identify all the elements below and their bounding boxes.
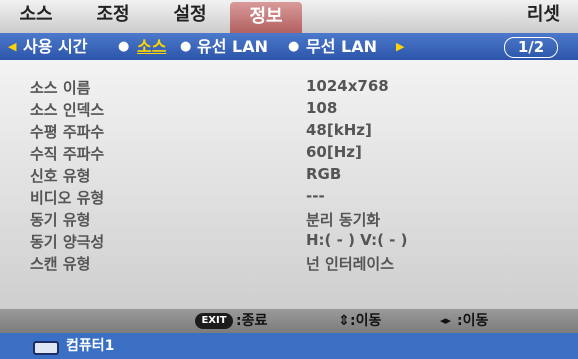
info-value: 48[kHz] bbox=[306, 121, 372, 139]
move-vertical-label: :이동 bbox=[350, 313, 382, 329]
leftright-arrow-icon: ◂▸ bbox=[440, 314, 452, 327]
submenu-bar: ◀ 사용 시간 ● 소스 ● 유선 LAN ● 무선 LAN ▶ 1/2 bbox=[0, 33, 578, 60]
info-label: 수직 주파수 bbox=[30, 145, 105, 163]
info-row-sync-type: 동기 유형 분리 동기화 bbox=[0, 209, 578, 229]
tab-source[interactable]: 소스 bbox=[6, 0, 66, 30]
tab-adjust[interactable]: 조정 bbox=[78, 0, 148, 30]
updown-arrow-icon: ⇕ bbox=[338, 313, 350, 329]
help-footer: EXIT :종료 ⇕ :이동 ◂▸ :이동 bbox=[0, 309, 578, 333]
info-value: H:( - ) V:( - ) bbox=[306, 231, 408, 249]
info-row-scan-type: 스캔 유형 넌 인터레이스 bbox=[0, 253, 578, 273]
info-row-source-name: 소스 이름 1024x768 bbox=[0, 77, 578, 97]
info-label: 비디오 유형 bbox=[30, 189, 105, 207]
info-value: 60[Hz] bbox=[306, 143, 362, 161]
tab-setup[interactable]: 설정 bbox=[160, 0, 220, 30]
info-label: 스캔 유형 bbox=[30, 255, 91, 273]
subtab-usage-time[interactable]: 사용 시간 bbox=[23, 33, 87, 60]
subtab-wireless-lan[interactable]: 무선 LAN bbox=[306, 33, 377, 60]
info-label: 소스 인덱스 bbox=[30, 101, 105, 119]
info-value: 넌 인터레이스 bbox=[306, 255, 395, 273]
menu-bar: 소스 조정 설정 정보 리셋 bbox=[0, 0, 578, 37]
status-bar: 컴퓨터1 bbox=[0, 333, 578, 359]
right-arrow-icon[interactable]: ▶ bbox=[396, 33, 404, 60]
info-value: 108 bbox=[306, 99, 338, 117]
exit-label: :종료 bbox=[236, 313, 268, 329]
info-row-horizontal-frequency: 수평 주파수 48[kHz] bbox=[0, 121, 578, 141]
reset-tab[interactable]: 리셋 bbox=[527, 0, 560, 30]
info-row-sync-polarity: 동기 양극성 H:( - ) V:( - ) bbox=[0, 231, 578, 251]
page-indicator: 1/2 bbox=[504, 37, 558, 58]
left-arrow-icon[interactable]: ◀ bbox=[8, 33, 16, 60]
info-row-video-type: 비디오 유형 --- bbox=[0, 187, 578, 207]
move-horizontal-label: :이동 bbox=[457, 313, 489, 329]
info-value: --- bbox=[306, 187, 325, 205]
info-value: RGB bbox=[306, 165, 342, 183]
info-row-signal-type: 신호 유형 RGB bbox=[0, 165, 578, 185]
exit-button-icon[interactable]: EXIT bbox=[195, 313, 233, 329]
separator-dot: ● bbox=[180, 39, 192, 54]
input-source-label: 컴퓨터1 bbox=[66, 338, 115, 354]
subtab-wired-lan[interactable]: 유선 LAN bbox=[197, 33, 268, 60]
separator-dot: ● bbox=[118, 39, 130, 54]
info-label: 신호 유형 bbox=[30, 167, 91, 185]
subtab-source[interactable]: 소스 bbox=[137, 33, 166, 60]
info-row-source-index: 소스 인덱스 108 bbox=[0, 99, 578, 119]
info-panel: 소스 이름 1024x768 소스 인덱스 108 수평 주파수 48[kHz]… bbox=[0, 60, 578, 309]
tab-info[interactable]: 정보 bbox=[230, 2, 302, 34]
info-row-vertical-frequency: 수직 주파수 60[Hz] bbox=[0, 143, 578, 163]
info-value: 1024x768 bbox=[306, 77, 389, 95]
info-label: 동기 양극성 bbox=[30, 233, 105, 251]
separator-dot: ● bbox=[288, 39, 300, 54]
info-label: 수평 주파수 bbox=[30, 123, 105, 141]
info-value: 분리 동기화 bbox=[306, 211, 381, 229]
info-label: 소스 이름 bbox=[30, 79, 91, 97]
computer-input-icon bbox=[33, 341, 59, 355]
info-label: 동기 유형 bbox=[30, 211, 91, 229]
